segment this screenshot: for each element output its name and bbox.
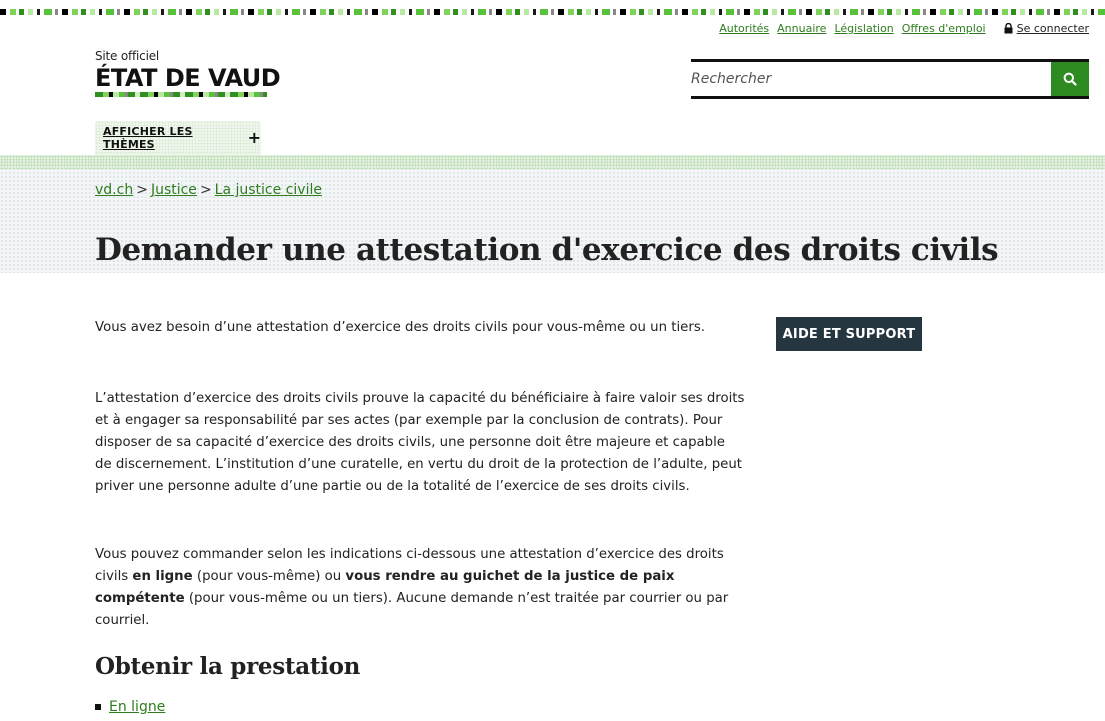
search-form — [691, 59, 1089, 99]
breadcrumb-justice[interactable]: Justice — [151, 182, 197, 198]
link-offres-emploi[interactable]: Offres d'emploi — [902, 22, 986, 35]
search-icon — [1063, 72, 1077, 86]
intro-paragraph: Vous avez besoin d’une attestation d’exe… — [95, 320, 705, 335]
login-link-wrapper[interactable]: Se connecter — [1004, 22, 1089, 35]
band-green-edge — [0, 155, 1105, 169]
section-title-obtain: Obtenir la prestation — [95, 653, 361, 680]
site-logo[interactable]: Site officiel ÉTAT DE VAUD — [95, 49, 281, 97]
service-list: En ligne — [95, 699, 165, 715]
description-paragraph: L’attestation d’exercice des droits civi… — [95, 391, 745, 494]
list-item: En ligne — [95, 699, 165, 715]
logo-pixel-bar — [95, 92, 267, 97]
logo-title: ÉTAT DE VAUD — [95, 64, 281, 92]
breadcrumb: vd.ch > Justice > La justice civile — [95, 182, 322, 198]
logo-subtitle: Site officiel — [95, 49, 160, 63]
page-title: Demander une attestation d'exercice des … — [95, 232, 999, 268]
link-autorites[interactable]: Autorités — [719, 22, 769, 35]
show-themes-button[interactable]: AFFICHER LES THÈMES + — [95, 121, 261, 155]
search-input[interactable] — [691, 63, 1051, 95]
ordering-text-2: (pour vous-même) ou — [192, 569, 346, 584]
link-legislation[interactable]: Législation — [834, 22, 893, 35]
breadcrumb-separator: > — [136, 182, 148, 198]
lock-icon — [1004, 23, 1013, 34]
ordering-paragraph: Vous pouvez commander selon les indicati… — [95, 544, 745, 632]
plus-icon: + — [247, 128, 261, 147]
decorative-top-strip — [0, 9, 1105, 15]
link-en-ligne[interactable]: En ligne — [109, 699, 165, 715]
link-annuaire[interactable]: Annuaire — [777, 22, 826, 35]
utility-nav: Autorités Annuaire Législation Offres d'… — [719, 22, 1089, 35]
ordering-text-3: (pour vous-même ou un tiers). Aucune dem… — [95, 591, 729, 628]
ordering-bold-online: en ligne — [132, 569, 193, 584]
breadcrumb-separator: > — [199, 182, 212, 198]
breadcrumb-justice-civile[interactable]: La justice civile — [215, 182, 322, 198]
login-link[interactable]: Se connecter — [1017, 22, 1089, 35]
show-themes-label: AFFICHER LES THÈMES — [103, 125, 193, 151]
help-support-button[interactable]: AIDE ET SUPPORT — [776, 317, 922, 351]
search-button[interactable] — [1051, 62, 1089, 96]
bullet-icon — [95, 704, 101, 710]
breadcrumb-home[interactable]: vd.ch — [95, 182, 133, 198]
